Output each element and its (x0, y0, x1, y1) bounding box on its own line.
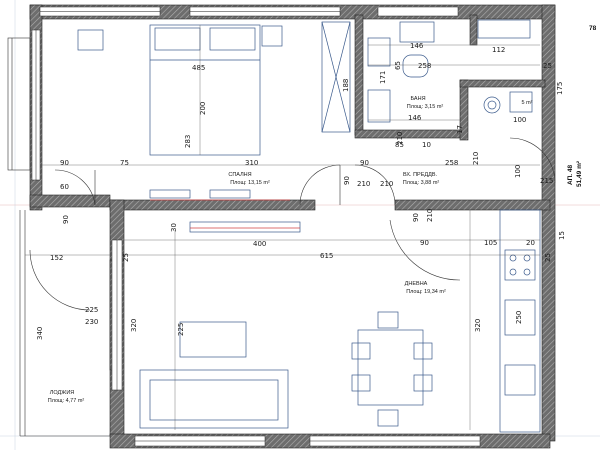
dim-210-mid: 210 (357, 180, 370, 188)
dim-400: 400 (253, 240, 266, 248)
dim-90-mid: 90 (360, 159, 369, 167)
sofa (139, 369, 289, 429)
dim-17: 17 (456, 125, 464, 134)
dim-146-bath: 146 (408, 114, 422, 122)
dim-210-wc: 210 (472, 152, 480, 165)
dim-10: 10 (422, 141, 431, 149)
dim-100-right: 100 (514, 165, 522, 178)
dim-175: 175 (556, 82, 564, 95)
dim-60: 60 (60, 183, 69, 191)
bathroom-area: Площ: 3,15 m² (407, 104, 444, 110)
top-windows (39, 6, 459, 17)
dim-320-left: 320 (130, 319, 138, 332)
wc-area: 5 m² (522, 100, 533, 106)
dim-25-left: 25 (122, 253, 130, 262)
dim-215: 215 (540, 177, 553, 185)
dim-152: 152 (50, 254, 63, 262)
dim-225-living: 225 (177, 323, 185, 336)
dim-615: 615 (320, 252, 333, 260)
dim-90-hall: 90 (420, 239, 429, 247)
bedroom-area: Площ: 13,15 m² (230, 180, 270, 186)
dim-283: 283 (184, 135, 192, 148)
dim-310: 310 (245, 159, 258, 167)
dim-25-right: 25 (544, 253, 552, 262)
dim-340: 340 (36, 327, 44, 340)
living-name: ДНЕВНА (405, 281, 428, 287)
bed (149, 24, 261, 156)
dim-20: 20 (526, 239, 535, 247)
dim-90-left: 90 (60, 159, 69, 167)
living-area: Площ: 19,34 m² (406, 289, 446, 295)
apartment-area: 51,49 m² (576, 160, 583, 187)
dim-65: 65 (394, 61, 402, 70)
dim-210-living: 210 (426, 209, 434, 222)
dim-258-top: 258 (418, 62, 431, 70)
apartment-label: АП. 48 51,49 m² 78 (567, 25, 597, 187)
loggia-area: Площ: 4,77 m² (48, 398, 85, 404)
dim-210-hall: 210 (380, 180, 393, 188)
dim-225-loggia: 225 (85, 306, 98, 314)
dim-105: 105 (484, 239, 497, 247)
hall-name: ВХ. ПРЕДДВ. (403, 172, 438, 178)
floor-plan: 485 146 112 258 25 146 90 75 310 90 258 … (0, 0, 600, 450)
dim-112: 112 (492, 46, 505, 54)
bedroom-name: СПАЛНЯ (228, 172, 251, 178)
dim-250: 250 (515, 311, 523, 324)
loggia-frame (7, 37, 110, 437)
dim-485: 485 (192, 64, 205, 72)
dim-171: 171 (379, 71, 387, 84)
dim-210-bath: 210 (396, 132, 404, 145)
dim-100-wc: 100 (513, 116, 526, 124)
dim-90-door: 90 (343, 176, 351, 185)
dining-table (357, 329, 424, 406)
dim-320-right: 320 (474, 319, 482, 332)
dim-90-loggia: 90 (62, 215, 70, 224)
dim-200: 200 (199, 102, 207, 115)
dim-258-mid: 258 (445, 159, 458, 167)
dim-90-living: 90 (412, 213, 420, 222)
loggia-name: ЛОДЖИЯ (50, 390, 75, 396)
dim-188: 188 (342, 79, 350, 92)
hall-area: Площ: 3,88 m² (403, 180, 440, 186)
apartment-number: АП. 48 (567, 164, 574, 185)
bathroom-name: БАНЯ (410, 96, 425, 102)
dim-25-top: 25 (543, 62, 552, 70)
dim-146-top: 146 (410, 42, 424, 50)
dim-15: 15 (558, 231, 566, 240)
dim-230: 230 (85, 318, 98, 326)
dim-75: 75 (120, 159, 129, 167)
corner-number: 78 (589, 25, 597, 32)
walls (29, 4, 556, 449)
left-windows (31, 29, 123, 391)
dim-30: 30 (170, 223, 178, 232)
